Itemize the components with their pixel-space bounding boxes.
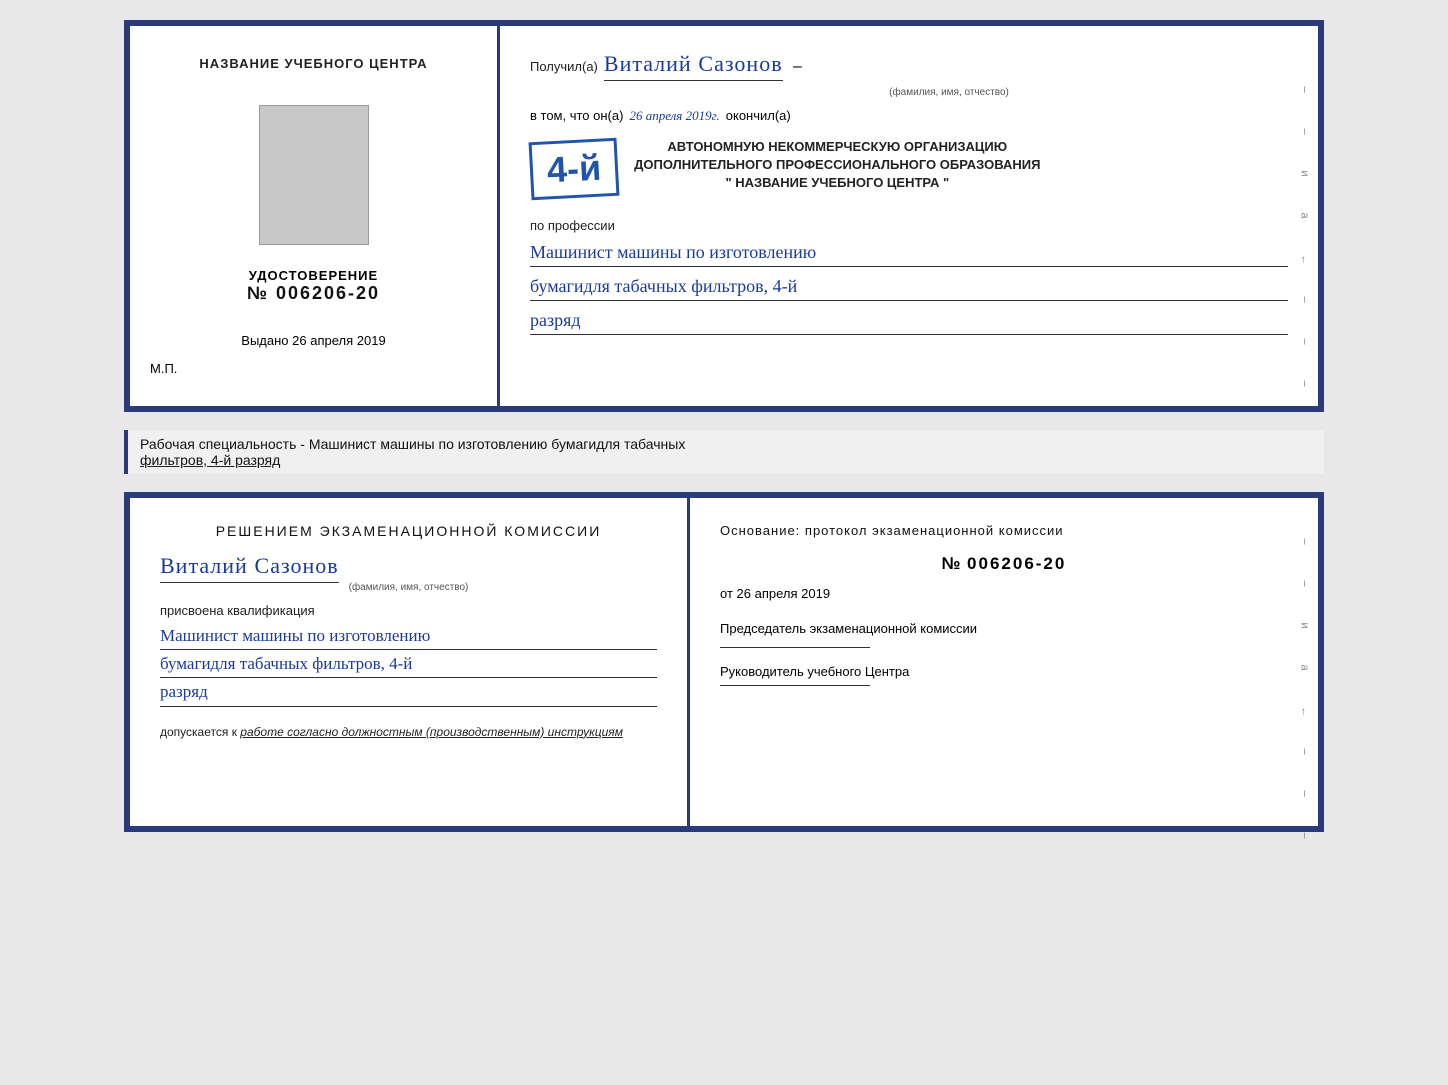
r-side-mark-1: – [1299, 539, 1311, 550]
org-block: АВТОНОМНУЮ НЕКОММЕРЧЕСКУЮ ОРГАНИЗАЦИЮ ДО… [634, 138, 1040, 193]
bottom-cert: Решением экзаменационной комиссии Витали… [124, 492, 1324, 832]
name-subtitle-top: (фамилия, имя, отчество) [610, 87, 1288, 98]
side-mark-arrow: ← [1299, 255, 1311, 266]
vtom-line: в том, что он(а) 26 апреля 2019г. окончи… [530, 108, 1288, 124]
cert-profession-line3: разряд [160, 678, 657, 706]
issued-label: Выдано [241, 333, 288, 348]
diploma-number-block: УДОСТОВЕРЕНИЕ № 006206-20 [247, 268, 380, 304]
received-label: Получил(а) [530, 59, 598, 74]
cert-chairman: Председатель экзаменационной комиссии [720, 619, 1288, 639]
profession-line3: разряд [530, 307, 1288, 335]
profession-line1: Машинист машины по изготовлению [530, 239, 1288, 267]
vtom-label: в том, что он(а) [530, 108, 623, 123]
cert-right-panel: Основание: протокол экзаменационной коми… [690, 498, 1318, 826]
caption-text: Рабочая специальность - Машинист машины … [140, 436, 1312, 468]
cert-name-subtitle: (фамилия, имя, отчество) [160, 582, 657, 593]
chairman-signature-line [720, 647, 870, 648]
side-mark-i: и [1299, 171, 1311, 182]
diploma-issued: Выдано 26 апреля 2019 [241, 333, 385, 348]
issued-date: 26 апреля 2019 [292, 333, 386, 348]
diploma-right-panel: Получил(а) Виталий Сазонов – (фамилия, и… [500, 26, 1318, 406]
caption-underline: фильтров, 4-й разряд [140, 452, 280, 468]
side-mark-5: – [1299, 381, 1311, 392]
profession-line2: бумагидля табачных фильтров, 4-й [530, 273, 1288, 301]
diploma-left-panel: НАЗВАНИЕ УЧЕБНОГО ЦЕНТРА УДОСТОВЕРЕНИЕ №… [130, 26, 500, 406]
cert-admission: допускается к работе согласно должностны… [160, 725, 657, 739]
recipient-line: Получил(а) Виталий Сазонов – [530, 51, 1288, 81]
admission-prefix: допускается к [160, 725, 237, 739]
cert-heading: Решением экзаменационной комиссии [160, 523, 657, 539]
side-mark-a: а [1299, 213, 1311, 224]
cert-head: Руководитель учебного Центра [720, 662, 1288, 682]
side-mark-3: – [1299, 297, 1311, 308]
r-side-mark-5: – [1299, 833, 1311, 844]
org-line1: АВТОНОМНУЮ НЕКОММЕРЧЕСКУЮ ОРГАНИЗАЦИЮ [634, 138, 1040, 156]
side-marks: – – и а ← – – – [1299, 86, 1310, 392]
cert-left-panel: Решением экзаменационной комиссии Витали… [130, 498, 690, 826]
cert-number-prefix: № [942, 554, 963, 573]
side-mark-1: – [1299, 87, 1311, 98]
diploma-cert-number: № 006206-20 [247, 283, 380, 304]
org-line2: ДОПОЛНИТЕЛЬНОГО ПРОФЕССИОНАЛЬНОГО ОБРАЗО… [634, 156, 1040, 174]
profession-label: по профессии [530, 218, 1288, 233]
org-line3: " НАЗВАНИЕ УЧЕБНОГО ЦЕНТРА " [634, 174, 1040, 192]
caption-block: Рабочая специальность - Машинист машины … [124, 430, 1324, 474]
from-date: 26 апреля 2019 [737, 586, 831, 601]
cert-right-heading: Основание: протокол экзаменационной коми… [720, 523, 1288, 538]
r-side-mark-4: – [1299, 791, 1311, 802]
vtom-date: 26 апреля 2019г. [629, 108, 719, 124]
r-side-mark-3: – [1299, 749, 1311, 760]
side-mark-4: – [1299, 339, 1311, 350]
diploma-center-title: НАЗВАНИЕ УЧЕБНОГО ЦЕНТРА [199, 56, 427, 71]
side-mark-2: – [1299, 129, 1311, 140]
top-diploma: НАЗВАНИЕ УЧЕБНОГО ЦЕНТРА УДОСТОВЕРЕНИЕ №… [124, 20, 1324, 412]
finished-label: окончил(а) [726, 108, 791, 123]
head-signature-line [720, 685, 870, 686]
diploma-cert-label: УДОСТОВЕРЕНИЕ [247, 268, 380, 283]
cert-from-line: от 26 апреля 2019 [720, 586, 1288, 601]
r-side-mark-a: а [1299, 665, 1311, 676]
stamp-block: 4-й [529, 138, 620, 201]
cert-name-line: Виталий Сазонов (фамилия, имя, отчество) [160, 553, 657, 593]
cert-number-block: № 006206-20 [720, 554, 1288, 574]
cert-number-value: 006206-20 [967, 554, 1066, 573]
admission-italic: работе согласно должностным (производств… [240, 725, 623, 739]
r-side-mark-i: и [1299, 623, 1311, 634]
cert-name: Виталий Сазонов [160, 554, 339, 583]
from-prefix: от [720, 586, 733, 601]
cert-profession-line1: Машинист машины по изготовлению [160, 622, 657, 650]
r-side-mark-arrow: ← [1299, 707, 1311, 718]
diploma-photo [259, 105, 369, 245]
diploma-mp: М.П. [150, 361, 177, 376]
stamp-number: 4-й [546, 150, 602, 189]
r-side-mark-2: – [1299, 581, 1311, 592]
caption-prefix: Рабочая специальность - Машинист машины … [140, 436, 685, 452]
cert-assigned-label: присвоена квалификация [160, 603, 657, 618]
cert-profession-line2: бумагидля табачных фильтров, 4-й [160, 650, 657, 678]
right-side-marks: – – и а ← – – – [1299, 538, 1310, 844]
recipient-name: Виталий Сазонов [604, 51, 783, 81]
